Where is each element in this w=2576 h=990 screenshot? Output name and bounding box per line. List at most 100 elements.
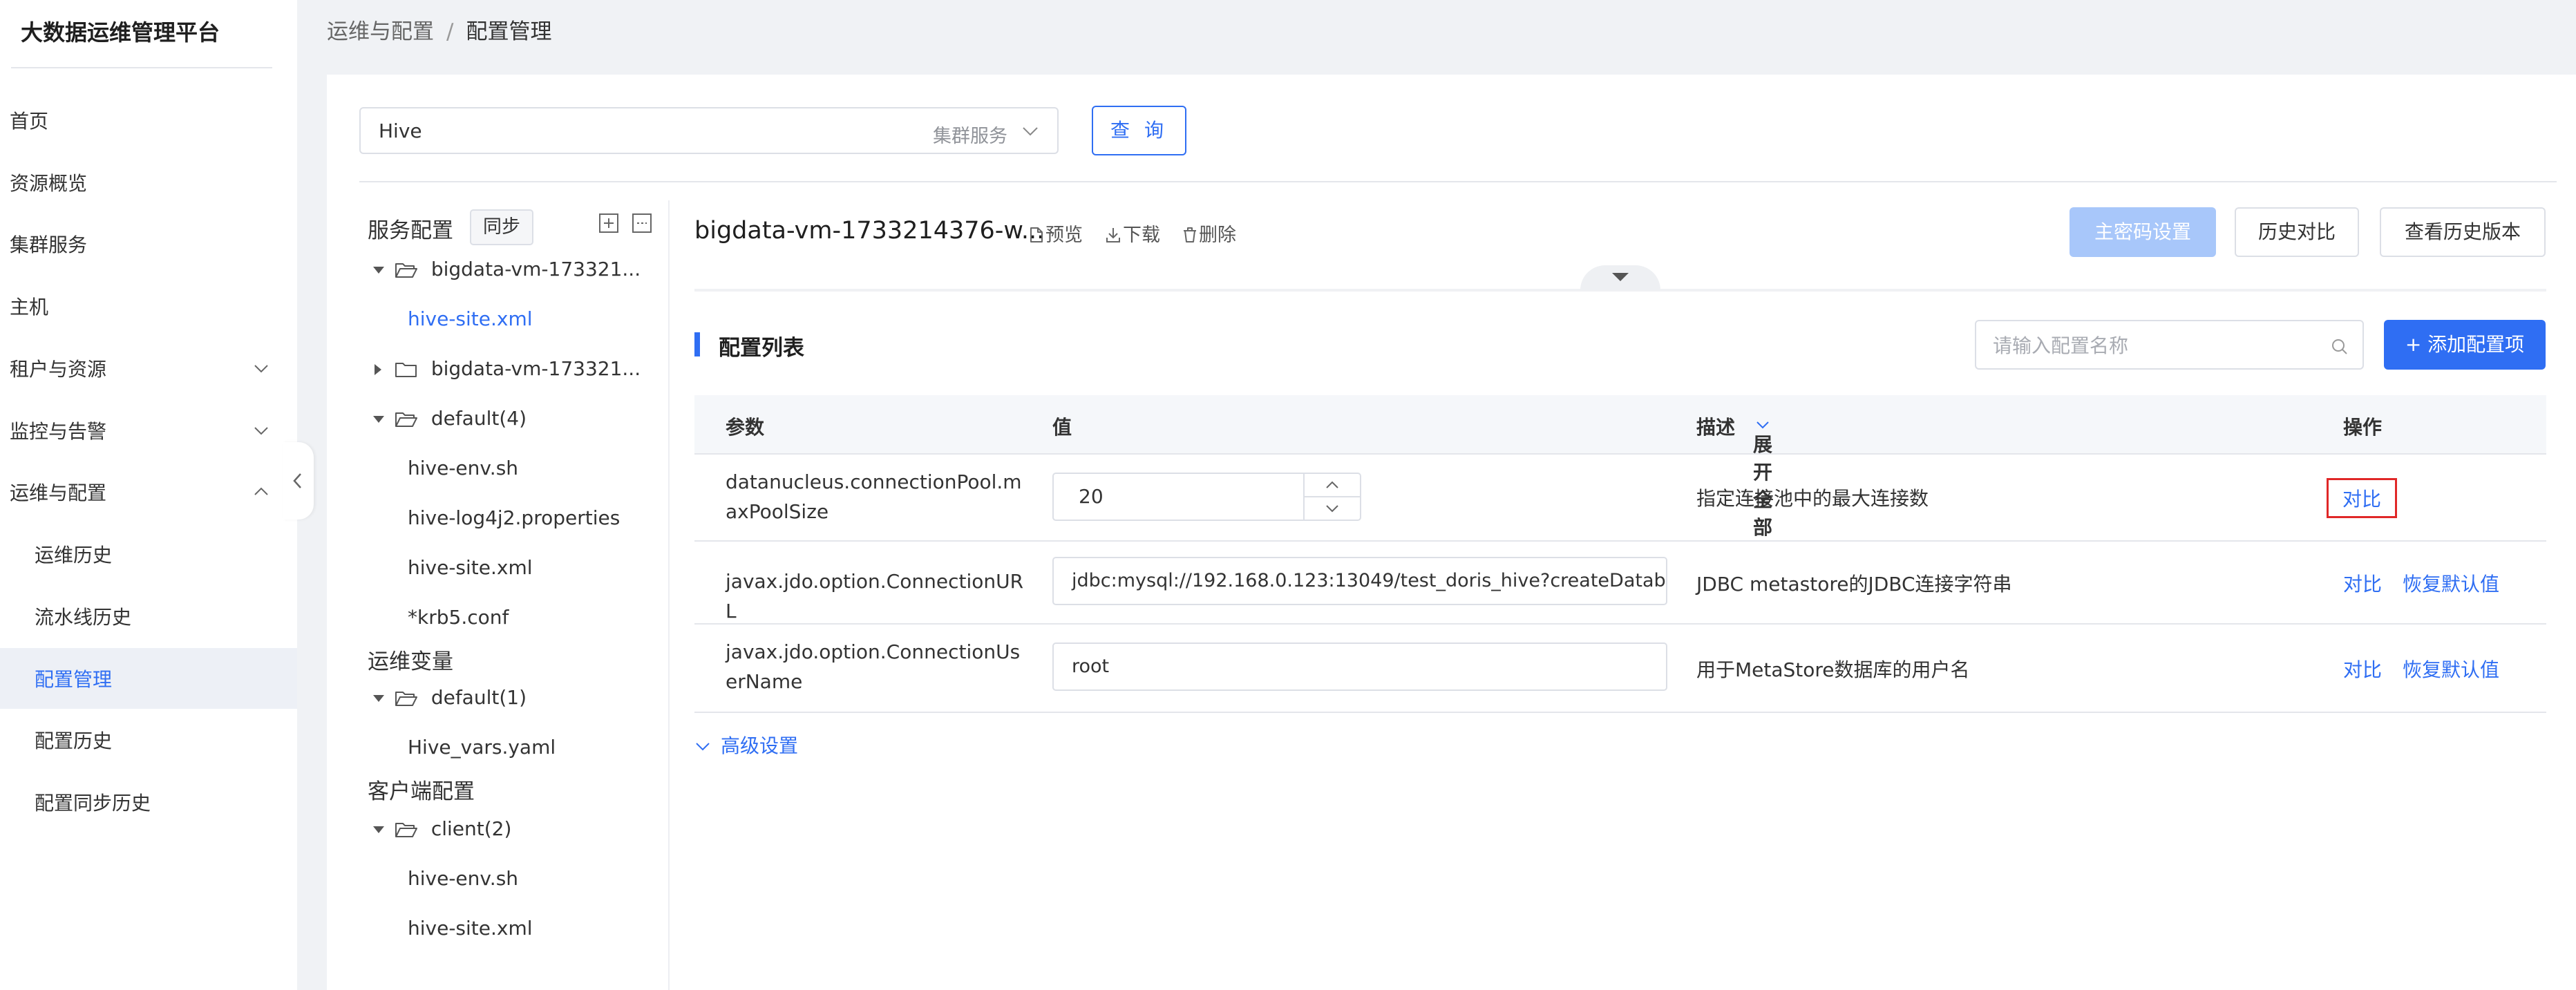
app-root: 大数据运维管理平台 首页 资源概览 集群服务 主机 租户与资源 监控与告警 运维…	[0, 0, 2576, 990]
tree-node-label: client(2)	[430, 817, 512, 840]
tree-node-label: hive-site.xml	[408, 307, 533, 330]
tree-node-label: default(4)	[430, 407, 527, 430]
tree-file[interactable]: *krb5.conf	[408, 606, 509, 629]
sidebar-item-home[interactable]: 首页	[0, 90, 297, 151]
tree-node-label: bigdata-vm-173321...	[430, 258, 641, 280]
value-text-input[interactable]: root	[1052, 642, 1667, 691]
sidebar-item-ops-history[interactable]: 运维历史	[0, 524, 297, 584]
delete-action[interactable]: 删除	[1183, 220, 1236, 247]
download-icon	[1106, 228, 1120, 242]
value-text: root	[1072, 656, 1110, 677]
param-description: 用于MetaStore数据库的用户名	[1696, 658, 1970, 681]
tree-file[interactable]: hive-env.sh	[408, 867, 518, 890]
expand-all-toggle[interactable]: 展开全部	[1753, 412, 1772, 539]
sidebar-item-resource-overview[interactable]: 资源概览	[0, 152, 297, 213]
sidebar-item-label: 流水线历史	[35, 606, 132, 629]
add-square-icon[interactable]	[598, 213, 619, 234]
compare-link[interactable]: 对比	[2343, 655, 2382, 683]
folder-open-icon	[395, 692, 417, 706]
tree-file[interactable]: hive-env.sh	[408, 457, 518, 479]
chevron-up-icon[interactable]	[1325, 481, 1339, 489]
fold-toggle[interactable]	[1580, 265, 1660, 290]
sidebar-item-pipeline-history[interactable]: 流水线历史	[0, 586, 297, 647]
collapse-square-icon[interactable]	[632, 213, 652, 234]
number-stepper	[1303, 474, 1360, 520]
history-versions-button[interactable]: 查看历史版本	[2380, 207, 2546, 257]
sidebar-item-tenants-resources[interactable]: 租户与资源	[0, 338, 297, 399]
breadcrumb-separator: /	[446, 19, 454, 44]
sidebar-item-label: 运维历史	[35, 544, 113, 567]
param-description: JDBC metastore的JDBC连接字符串	[1696, 573, 2012, 596]
tree-folder[interactable]: default(4)	[373, 407, 527, 430]
caret-down-icon	[1612, 273, 1629, 281]
column-header-desc: 描述	[1696, 416, 1736, 439]
section-accent-bar	[694, 332, 700, 356]
advanced-settings-toggle[interactable]: 高级设置	[694, 731, 798, 759]
sidebar-item-label: 配置管理	[35, 668, 113, 691]
config-tree: 服务配置 同步 bigdata-vm-173321... hive-site.x…	[359, 200, 670, 990]
tree-node-label: hive-log4j2.properties	[408, 506, 621, 529]
history-compare-button[interactable]: 历史对比	[2235, 207, 2359, 257]
caret-down-icon	[373, 686, 388, 709]
add-config-button[interactable]: + 添加配置项	[2384, 320, 2546, 370]
sidebar-item-config-sync-history[interactable]: 配置同步历史	[0, 772, 297, 832]
sidebar-item-label: 配置同步历史	[35, 792, 151, 815]
tree-file[interactable]: Hive_vars.yaml	[408, 736, 556, 759]
config-search[interactable]	[1975, 320, 2364, 370]
tree-node-label: default(1)	[430, 686, 527, 709]
sidebar-item-label: 首页	[10, 110, 49, 133]
query-button[interactable]: 查 询	[1092, 106, 1186, 155]
compare-link[interactable]: 对比	[2327, 478, 2398, 518]
tree-folder[interactable]: client(2)	[373, 817, 511, 840]
sidebar-item-ops-config[interactable]: 运维与配置	[0, 461, 297, 522]
breadcrumb: 运维与配置 / 配置管理	[327, 14, 551, 45]
column-header-value: 值	[1052, 416, 1072, 439]
download-action[interactable]: 下载	[1106, 220, 1160, 247]
tree-file[interactable]: hive-site.xml	[408, 307, 533, 330]
search-icon[interactable]	[2331, 338, 2349, 356]
config-list-title: 配置列表	[719, 336, 804, 361]
caret-down-icon	[373, 407, 388, 430]
divider	[11, 67, 272, 68]
tree-file[interactable]: hive-site.xml	[408, 917, 533, 940]
restore-default-link[interactable]: 恢复默认值	[2403, 655, 2499, 683]
sidebar-item-config-history[interactable]: 配置历史	[0, 710, 297, 770]
sidebar-item-cluster-services[interactable]: 集群服务	[0, 213, 297, 274]
config-search-input[interactable]	[1991, 331, 2319, 360]
tree-file[interactable]: hive-log4j2.properties	[408, 506, 620, 529]
tree-folder[interactable]: bigdata-vm-173321...	[373, 258, 641, 280]
sidebar-item-config-management[interactable]: 配置管理	[0, 648, 297, 709]
breadcrumb-parent[interactable]: 运维与配置	[327, 19, 434, 44]
chevron-down-icon	[696, 743, 710, 751]
sidebar-collapse-handle[interactable]	[283, 442, 314, 520]
tree-folder[interactable]: bigdata-vm-173321...	[373, 357, 641, 380]
value-number-input[interactable]: 20	[1052, 473, 1361, 521]
trash-icon	[1184, 227, 1196, 242]
tree-file[interactable]: hive-site.xml	[408, 556, 533, 579]
download-label: 下载	[1123, 225, 1160, 246]
folder-open-icon	[395, 823, 417, 837]
value-text: jdbc:mysql://192.168.0.123:13049/test_do…	[1072, 570, 1666, 591]
service-select[interactable]: Hive 集群服务	[359, 107, 1059, 154]
chevron-up-icon	[254, 487, 268, 495]
chevron-down-icon	[1756, 421, 1769, 429]
sidebar-item-label: 主机	[10, 296, 49, 318]
value-text-input[interactable]: jdbc:mysql://192.168.0.123:13049/test_do…	[1052, 557, 1667, 605]
compare-link[interactable]: 对比	[2343, 569, 2382, 597]
sidebar-item-hosts[interactable]: 主机	[0, 276, 297, 336]
tree-node-label: hive-env.sh	[408, 867, 519, 890]
chevron-down-icon[interactable]	[1325, 504, 1339, 513]
sidebar-item-label: 配置历史	[35, 730, 113, 752]
chevron-left-icon	[293, 473, 301, 488]
master-password-button[interactable]: 主密码设置	[2070, 207, 2216, 257]
sidebar-item-label: 监控与告警	[10, 420, 107, 443]
restore-default-link[interactable]: 恢复默认值	[2403, 569, 2499, 597]
sidebar-item-monitoring-alerts[interactable]: 监控与告警	[0, 400, 297, 461]
tree-folder[interactable]: default(1)	[373, 686, 527, 709]
sidebar-item-label: 运维与配置	[10, 482, 107, 504]
file-icon	[1030, 227, 1043, 242]
preview-action[interactable]: 预览	[1030, 220, 1083, 247]
param-name: javax.jdo.option.ConnectionUserName	[726, 640, 1021, 693]
column-header-ops: 操作	[2343, 416, 2383, 439]
sync-button[interactable]: 同步	[470, 209, 533, 245]
